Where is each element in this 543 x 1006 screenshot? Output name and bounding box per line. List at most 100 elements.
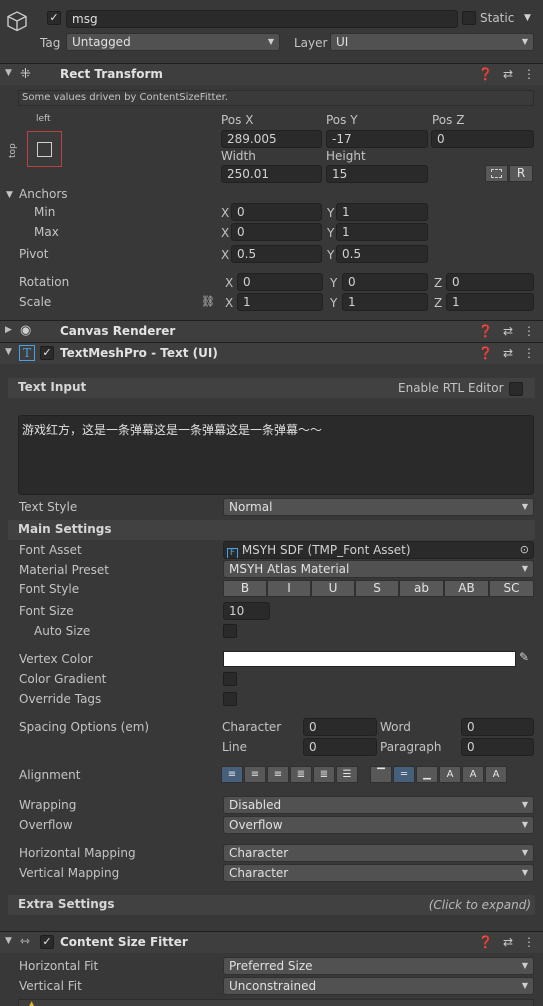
align-left-icon[interactable]: ≡	[221, 766, 243, 783]
align-midline-icon[interactable]: A	[462, 766, 484, 783]
character-spacing-field[interactable]: 0	[303, 718, 377, 736]
anchor-max-x-field[interactable]: 0	[231, 223, 322, 241]
context-menu-icon[interactable]: ⋮	[523, 935, 535, 949]
layer-dropdown[interactable]: UI ▼	[330, 33, 534, 51]
anchor-min-x-field[interactable]: 0	[231, 203, 322, 221]
help-icon[interactable]: ❓	[478, 67, 493, 81]
context-menu-icon[interactable]: ⋮	[523, 67, 535, 81]
horizontal-mapping-label: Horizontal Mapping	[19, 846, 136, 860]
font-style-uppercase-button[interactable]: AB	[444, 580, 489, 597]
horizontal-mapping-value: Character	[229, 846, 289, 860]
font-style-bold-button[interactable]: B	[223, 580, 267, 597]
anchor-min-y-field[interactable]: 1	[336, 203, 428, 221]
rotation-z-field[interactable]: 0	[446, 273, 534, 291]
paragraph-spacing-field[interactable]: 0	[461, 738, 534, 756]
click-to-expand-label[interactable]: (Click to expand)	[429, 898, 531, 912]
vertical-fit-dropdown[interactable]: Unconstrained ▼	[223, 977, 534, 995]
font-style-lowercase-button[interactable]: ab	[399, 580, 444, 597]
word-spacing-field[interactable]: 0	[461, 718, 534, 736]
preset-icon[interactable]: ⇄	[503, 935, 513, 949]
foldout-arrow-icon[interactable]: ▶	[5, 325, 12, 335]
font-size-field[interactable]: 10	[223, 602, 270, 620]
pivot-x-field[interactable]: 0.5	[231, 245, 322, 263]
scale-x-field[interactable]: 1	[237, 293, 323, 311]
anchor-preset-button[interactable]	[27, 131, 62, 167]
material-preset-dropdown[interactable]: MSYH Atlas Material ▼	[223, 560, 534, 578]
foldout-arrow-icon[interactable]: ▼	[5, 68, 12, 78]
static-dropdown-arrow-icon[interactable]: ▼	[524, 13, 531, 23]
canvas-renderer-header[interactable]: ▶ ◉ Canvas Renderer ❓ ⇄ ⋮	[0, 320, 543, 342]
align-top-icon[interactable]: ▔	[370, 766, 392, 783]
align-baseline-icon[interactable]: A	[439, 766, 461, 783]
raw-edit-button[interactable]: R	[509, 165, 533, 182]
foldout-arrow-icon[interactable]: ▼	[5, 347, 12, 357]
object-picker-icon[interactable]: ⊙	[520, 542, 529, 558]
text-input-area[interactable]: 游戏红方，这是一条弹幕这是一条弹幕这是一条弹幕～～	[18, 415, 534, 495]
help-icon[interactable]: ❓	[478, 346, 493, 360]
rotation-y-field[interactable]: 0	[342, 273, 428, 291]
static-checkbox[interactable]	[462, 11, 476, 25]
tag-dropdown[interactable]: Untagged ▼	[66, 33, 280, 51]
active-checkbox[interactable]: ✓	[47, 11, 61, 25]
vertical-mapping-dropdown[interactable]: Character ▼	[223, 864, 534, 882]
preset-icon[interactable]: ⇄	[503, 346, 513, 360]
height-field[interactable]: 15	[326, 165, 428, 183]
horizontal-fit-dropdown[interactable]: Preferred Size ▼	[223, 957, 534, 975]
help-icon[interactable]: ❓	[478, 324, 493, 338]
blueprint-mode-button[interactable]	[485, 165, 508, 182]
align-flush-icon[interactable]: ≣	[313, 766, 335, 783]
rect-transform-header[interactable]: ▼ ⁜ Rect Transform ❓ ⇄ ⋮	[0, 63, 543, 85]
context-menu-icon[interactable]: ⋮	[523, 346, 535, 360]
font-asset-value: MSYH SDF (TMP_Font Asset)	[241, 543, 411, 557]
foldout-arrow-icon[interactable]: ▼	[5, 936, 12, 946]
chevron-down-icon: ▼	[521, 800, 528, 809]
align-justified-icon[interactable]: ≣	[290, 766, 312, 783]
scale-y-field[interactable]: 1	[342, 293, 428, 311]
vertex-color-swatch[interactable]	[223, 651, 516, 667]
preset-icon[interactable]: ⇄	[503, 67, 513, 81]
preset-icon[interactable]: ⇄	[503, 324, 513, 338]
object-name-field[interactable]: msg	[66, 10, 458, 28]
font-asset-field[interactable]: F MSYH SDF (TMP_Font Asset) ⊙	[223, 541, 534, 559]
context-menu-icon[interactable]: ⋮	[523, 324, 535, 338]
textmeshpro-enabled-checkbox[interactable]: ✓	[40, 346, 54, 360]
pos-z-field[interactable]: 0	[431, 130, 534, 148]
align-middle-icon[interactable]: ═	[393, 766, 415, 783]
scale-z-field[interactable]: 1	[446, 293, 534, 311]
word-spacing-label: Word	[380, 720, 411, 734]
font-style-strikethrough-button[interactable]: S	[355, 580, 399, 597]
font-size-label: Font Size	[19, 604, 74, 618]
line-spacing-field[interactable]: 0	[303, 738, 377, 756]
enable-rtl-checkbox[interactable]	[509, 382, 523, 396]
content-size-fitter-enabled-checkbox[interactable]: ✓	[40, 935, 54, 949]
align-bottom-icon[interactable]: ▁	[416, 766, 438, 783]
chevron-down-icon: ▼	[521, 820, 528, 829]
rotation-x-field[interactable]: 0	[237, 273, 323, 291]
align-capline-icon[interactable]: A	[485, 766, 507, 783]
pivot-y-field[interactable]: 0.5	[336, 245, 428, 263]
align-center-icon[interactable]: ≡	[244, 766, 266, 783]
pos-x-field[interactable]: 289.005	[221, 130, 322, 148]
override-tags-checkbox[interactable]	[223, 692, 237, 706]
constrain-proportions-link-icon[interactable]: ⛓	[201, 295, 215, 308]
anchors-foldout-arrow-icon[interactable]: ▼	[6, 190, 13, 200]
font-style-smallcaps-button[interactable]: SC	[489, 580, 534, 597]
horizontal-mapping-dropdown[interactable]: Character ▼	[223, 844, 534, 862]
align-right-icon[interactable]: ≡	[267, 766, 289, 783]
text-style-dropdown[interactable]: Normal ▼	[223, 498, 534, 516]
textmeshpro-header[interactable]: ▼ T ✓ TextMeshPro - Text (UI) ❓ ⇄ ⋮	[0, 342, 543, 364]
auto-size-checkbox[interactable]	[223, 624, 237, 638]
help-icon[interactable]: ❓	[478, 935, 493, 949]
eyedropper-icon[interactable]: ✎	[519, 650, 529, 664]
overflow-dropdown[interactable]: Overflow ▼	[223, 816, 534, 834]
width-field[interactable]: 250.01	[221, 165, 322, 183]
align-geometry-center-icon[interactable]: ☰	[336, 766, 358, 783]
color-gradient-checkbox[interactable]	[223, 672, 237, 686]
anchor-max-y-field[interactable]: 1	[336, 223, 428, 241]
content-size-fitter-header[interactable]: ▼ ⇿ ✓ Content Size Fitter ❓ ⇄ ⋮	[0, 931, 543, 953]
override-tags-label: Override Tags	[19, 692, 102, 706]
font-style-italic-button[interactable]: I	[267, 580, 311, 597]
font-style-underline-button[interactable]: U	[311, 580, 355, 597]
pos-y-field[interactable]: -17	[326, 130, 428, 148]
wrapping-dropdown[interactable]: Disabled ▼	[223, 796, 534, 814]
